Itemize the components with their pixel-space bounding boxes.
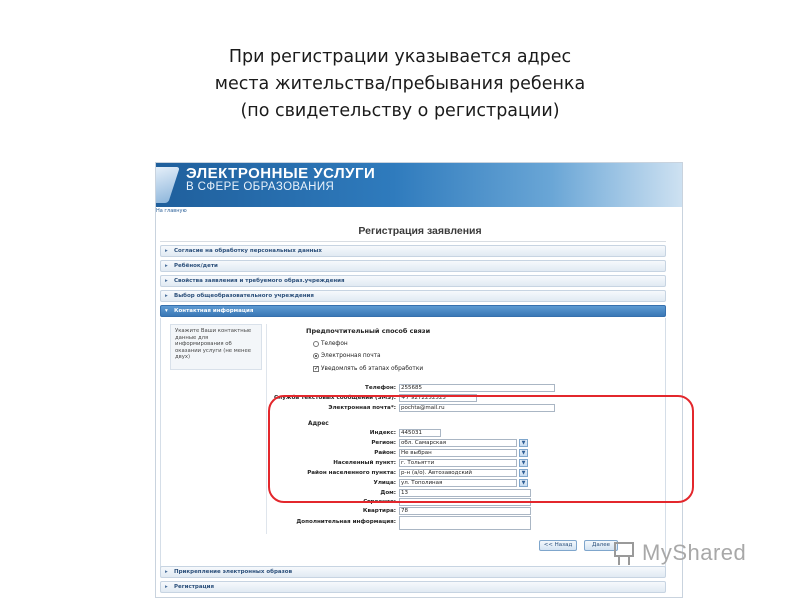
option-notify[interactable]: ✓ Уведомлять об этапах обработки	[313, 366, 423, 372]
section-registration-label: Регистрация	[174, 584, 215, 590]
chevron-right-icon: ▸	[165, 278, 168, 284]
phone-input[interactable]: 255685	[399, 384, 555, 392]
home-link[interactable]: На главную	[156, 208, 187, 214]
section-school[interactable]: ▸ Выбор общеобразовательного учреждения	[160, 290, 666, 302]
option-email-label: Электронная почта	[321, 353, 381, 359]
caption-line-2: места жительства/пребывания ребенка	[214, 74, 586, 94]
section-properties[interactable]: ▸ Свойства заявления и требуемого образ.у…	[160, 275, 666, 287]
phone-label: Телефон:	[365, 385, 396, 391]
option-phone-label: Телефон	[321, 341, 348, 347]
phone-radio[interactable]	[313, 341, 319, 347]
caption-line-3: (по свидетельству о регистрации)	[240, 101, 560, 121]
chevron-right-icon: ▸	[165, 569, 168, 575]
chevron-right-icon: ▸	[165, 584, 168, 590]
banner-title: ЭЛЕКТРОННЫЕ УСЛУГИ	[186, 165, 376, 182]
section-properties-label: Свойства заявления и требуемого образ.уч…	[174, 278, 345, 284]
portal-banner: ЭЛЕКТРОННЫЕ УСЛУГИ В СФЕРЕ ОБРАЗОВАНИЯ	[156, 163, 682, 207]
back-button[interactable]: << Назад	[539, 540, 577, 551]
banner-subtitle: В СФЕРЕ ОБРАЗОВАНИЯ	[186, 181, 335, 193]
option-phone[interactable]: Телефон	[313, 341, 348, 347]
extra-info-textarea[interactable]	[399, 516, 531, 530]
banner-logo-shape	[156, 167, 180, 203]
chevron-right-icon: ▸	[165, 263, 168, 269]
contact-help-text: Укажите Ваши контактные данные для инфор…	[170, 324, 262, 370]
chevron-down-icon: ▾	[165, 308, 168, 314]
flat-label: Квартира:	[362, 508, 396, 514]
section-school-label: Выбор общеобразовательного учреждения	[174, 293, 314, 299]
section-contact[interactable]: ▾ Контактная информация	[160, 305, 666, 317]
watermark: MyShared	[612, 538, 746, 568]
chevron-right-icon: ▸	[165, 293, 168, 299]
option-email[interactable]: Электронная почта	[313, 353, 381, 359]
contact-preference-title: Предпочтительный способ связи	[306, 327, 431, 335]
title-divider	[160, 241, 666, 242]
presentation-board-icon	[612, 538, 639, 568]
watermark-text: MyShared	[642, 540, 747, 565]
flat-input[interactable]: 78	[399, 507, 531, 515]
section-attach[interactable]: ▸ Прикрепление электронных образов	[160, 566, 666, 578]
address-highlight-oval	[268, 395, 694, 503]
notify-checkbox[interactable]: ✓	[313, 366, 319, 372]
section-consent-label: Согласие на обработку персональных данны…	[174, 248, 322, 254]
slide-caption: При регистрации указывается адрес места …	[0, 44, 800, 125]
section-child[interactable]: ▸ Ребёнок/дети	[160, 260, 666, 272]
option-notify-label: Уведомлять об этапах обработки	[321, 366, 424, 372]
section-child-label: Ребёнок/дети	[174, 263, 218, 269]
section-consent[interactable]: ▸ Согласие на обработку персональных данн…	[160, 245, 666, 257]
caption-line-1: При регистрации указывается адрес	[228, 47, 572, 67]
page-title: Регистрация заявления	[358, 225, 482, 237]
portal-screenshot: ЭЛЕКТРОННЫЕ УСЛУГИ В СФЕРЕ ОБРАЗОВАНИЯ Н…	[155, 162, 683, 598]
section-contact-label: Контактная информация	[174, 308, 254, 314]
section-registration[interactable]: ▸ Регистрация	[160, 581, 666, 593]
chevron-right-icon: ▸	[165, 248, 168, 254]
email-radio[interactable]	[313, 353, 319, 359]
extra-info-label: Дополнительная информация:	[296, 519, 396, 525]
section-attach-label: Прикрепление электронных образов	[174, 569, 293, 575]
